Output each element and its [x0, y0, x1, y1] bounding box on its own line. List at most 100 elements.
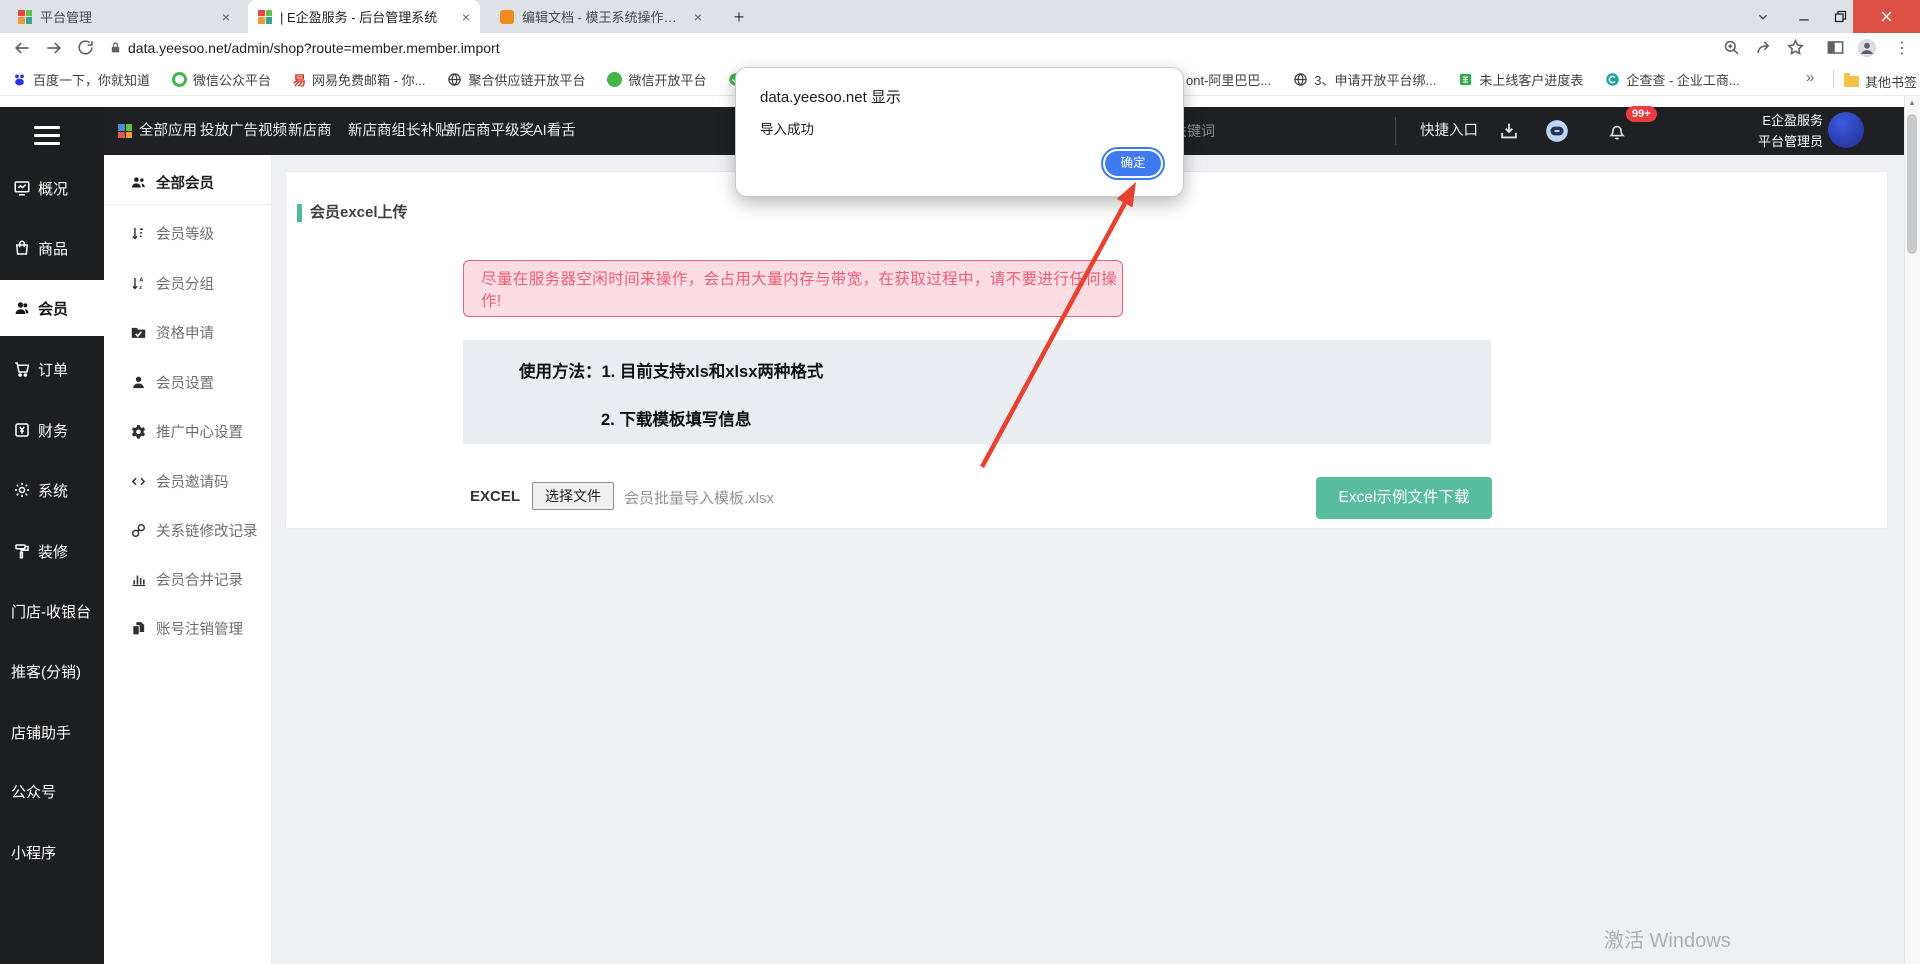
close-button[interactable]: [1853, 0, 1920, 33]
new-tab-button[interactable]: +: [726, 5, 752, 29]
selected-file-name: 会员批量导入模板.xlsx: [624, 487, 774, 508]
usage-line2: 2. 下载模板填写信息: [601, 406, 751, 430]
bookmark-star-icon[interactable]: [1786, 38, 1805, 57]
notification-badge: 99+: [1626, 106, 1657, 122]
bookmark-item[interactable]: 易 网易免费邮箱 - 你...: [293, 70, 425, 89]
menu-member-settings[interactable]: 会员设置: [104, 357, 272, 407]
sidebar-item-member[interactable]: 会员: [0, 280, 104, 336]
menu-member-group[interactable]: Az 会员分组: [104, 258, 272, 308]
link-icon: [130, 522, 147, 539]
bookmark-item[interactable]: ont-阿里巴巴...: [1186, 70, 1271, 89]
nav-ad-video[interactable]: 投放广告视频: [200, 107, 287, 155]
bookmark-item[interactable]: 3、申请开放平台绑...: [1293, 70, 1436, 89]
account-info[interactable]: E企盈服务 平台管理员: [1758, 110, 1823, 152]
nav-ai-tongue[interactable]: AI看舌: [533, 107, 576, 155]
menu-relation-log[interactable]: 关系链修改记录: [104, 505, 272, 555]
tab-title: 平台管理: [40, 7, 214, 26]
menu-member-level[interactable]: 会员等级: [104, 208, 272, 258]
gear-icon: [130, 423, 147, 440]
nav-new-shop[interactable]: 新店商: [288, 107, 332, 155]
bookmarks-overflow-icon[interactable]: »: [1806, 69, 1814, 86]
globe-icon: [447, 72, 462, 87]
apps-grid-icon: [118, 124, 132, 138]
menu-promotion-settings[interactable]: 推广中心设置: [104, 406, 272, 456]
nav-all-apps[interactable]: 全部应用: [118, 107, 197, 155]
sidebar-item-finance[interactable]: 财务: [0, 402, 104, 458]
dashboard-icon: [13, 179, 31, 197]
tab-title: 编辑文档 - 模王系统操作指南，接: [522, 7, 686, 26]
url-text[interactable]: data.yeesoo.net/admin/shop?route=member.…: [128, 33, 500, 63]
sidebar-item-official-account[interactable]: 公众号: [0, 763, 104, 819]
sidebar-item-order[interactable]: 订单: [0, 341, 104, 397]
choose-file-button[interactable]: 选择文件: [532, 482, 614, 510]
tab-platform[interactable]: 平台管理 ×: [8, 0, 240, 33]
tab-close-icon[interactable]: ×: [462, 10, 470, 24]
sidebar-item-decorate[interactable]: 装修: [0, 523, 104, 579]
menu-merge-log[interactable]: 会员合并记录: [104, 554, 272, 604]
sidebar-item-shop-assistant[interactable]: 店铺助手: [0, 704, 104, 760]
account-name: E企盈服务: [1758, 110, 1823, 131]
nav-leader-subsidy[interactable]: 新店商组长补贴: [348, 107, 450, 155]
menu-invite-code[interactable]: 会员邀请码: [104, 456, 272, 506]
download-sample-button[interactable]: Excel示例文件下载: [1316, 477, 1492, 519]
person-icon: [130, 374, 147, 391]
other-bookmarks-button[interactable]: 其他书签: [1844, 72, 1917, 91]
share-icon[interactable]: [1754, 38, 1773, 57]
tab-search-chevron-icon[interactable]: [1748, 0, 1778, 33]
dialog-confirm-button[interactable]: 确定: [1105, 151, 1161, 176]
tab-document[interactable]: 编辑文档 - 模王系统操作指南，接 ×: [490, 0, 712, 33]
bell-icon[interactable]: [1606, 120, 1628, 142]
bookmark-item[interactable]: 企查查 - 企业工商...: [1605, 70, 1739, 89]
sidebar-item-pos[interactable]: 门店-收银台: [0, 583, 104, 639]
tab-close-icon[interactable]: ×: [694, 10, 702, 24]
menu-qualification[interactable]: 资格申请: [104, 307, 272, 357]
users-icon: [130, 174, 147, 191]
gear-icon: [13, 481, 31, 499]
shopping-bag-icon: [13, 239, 31, 257]
shimo-doc-icon: [1458, 72, 1473, 87]
menu-account-cancel[interactable]: 账号注销管理: [104, 603, 272, 653]
submenu-divider: [104, 204, 272, 205]
sidebar-item-system[interactable]: 系统: [0, 462, 104, 518]
sidebar-item-overview[interactable]: 概况: [0, 160, 104, 216]
account-role: 平台管理员: [1758, 131, 1823, 152]
bookmark-item[interactable]: 百度一下，你就知道: [12, 70, 150, 89]
sidebar-item-distribution[interactable]: 推客(分销): [0, 643, 104, 699]
tab-title: | E企盈服务 - 后台管理系统: [280, 7, 454, 26]
code-icon: [130, 473, 147, 490]
bar-chart-icon: [130, 571, 147, 588]
tab-close-icon[interactable]: ×: [222, 10, 230, 24]
qichacha-icon: [1605, 72, 1620, 87]
browser-profile-avatar[interactable]: [1856, 37, 1878, 59]
scroll-up-icon[interactable]: ▲: [1904, 98, 1920, 107]
quick-entry-button[interactable]: 快捷入口: [1420, 107, 1478, 155]
bookmark-item[interactable]: 微信开放平台: [607, 70, 706, 89]
bookmark-item[interactable]: 未上线客户进度表: [1458, 70, 1583, 89]
svg-text:A: A: [139, 277, 143, 283]
scrollbar-thumb[interactable]: [1907, 114, 1917, 254]
restore-button[interactable]: [1824, 0, 1856, 33]
lock-icon[interactable]: [108, 40, 123, 56]
more-menu-icon[interactable]: ⋮: [1894, 38, 1910, 58]
nav-level-award[interactable]: 新店商平级奖: [447, 107, 534, 155]
tab-admin-system[interactable]: | E企盈服务 - 后台管理系统 ×: [248, 0, 480, 33]
back-icon[interactable]: [12, 38, 32, 58]
menu-all-members[interactable]: 全部会员: [104, 157, 272, 207]
bookmarks-divider: [1833, 70, 1834, 88]
sidebar-item-goods[interactable]: 商品: [0, 220, 104, 276]
refresh-icon[interactable]: [76, 38, 95, 57]
tab-strip: 平台管理 × | E企盈服务 - 后台管理系统 × 编辑文档 - 模王系统操作指…: [0, 0, 1920, 33]
bot-icon[interactable]: [1544, 118, 1570, 144]
nav-divider: [1395, 117, 1396, 145]
forward-icon[interactable]: [44, 38, 64, 58]
download-icon[interactable]: [1498, 120, 1520, 142]
bookmark-item[interactable]: 微信公众平台: [172, 70, 271, 89]
user-avatar[interactable]: [1828, 112, 1864, 148]
side-panel-icon[interactable]: [1826, 38, 1845, 57]
warning-banner: 尽量在服务器空闲时间来操作，会占用大量内存与带宽，在获取过程中，请不要进行任何操…: [463, 260, 1123, 317]
bookmark-item[interactable]: 聚合供应链开放平台: [447, 70, 585, 89]
sidebar-item-mini-program[interactable]: 小程序: [0, 824, 104, 880]
zoom-icon[interactable]: [1722, 38, 1741, 57]
hamburger-icon[interactable]: [34, 121, 60, 150]
minimize-button[interactable]: [1788, 0, 1820, 33]
